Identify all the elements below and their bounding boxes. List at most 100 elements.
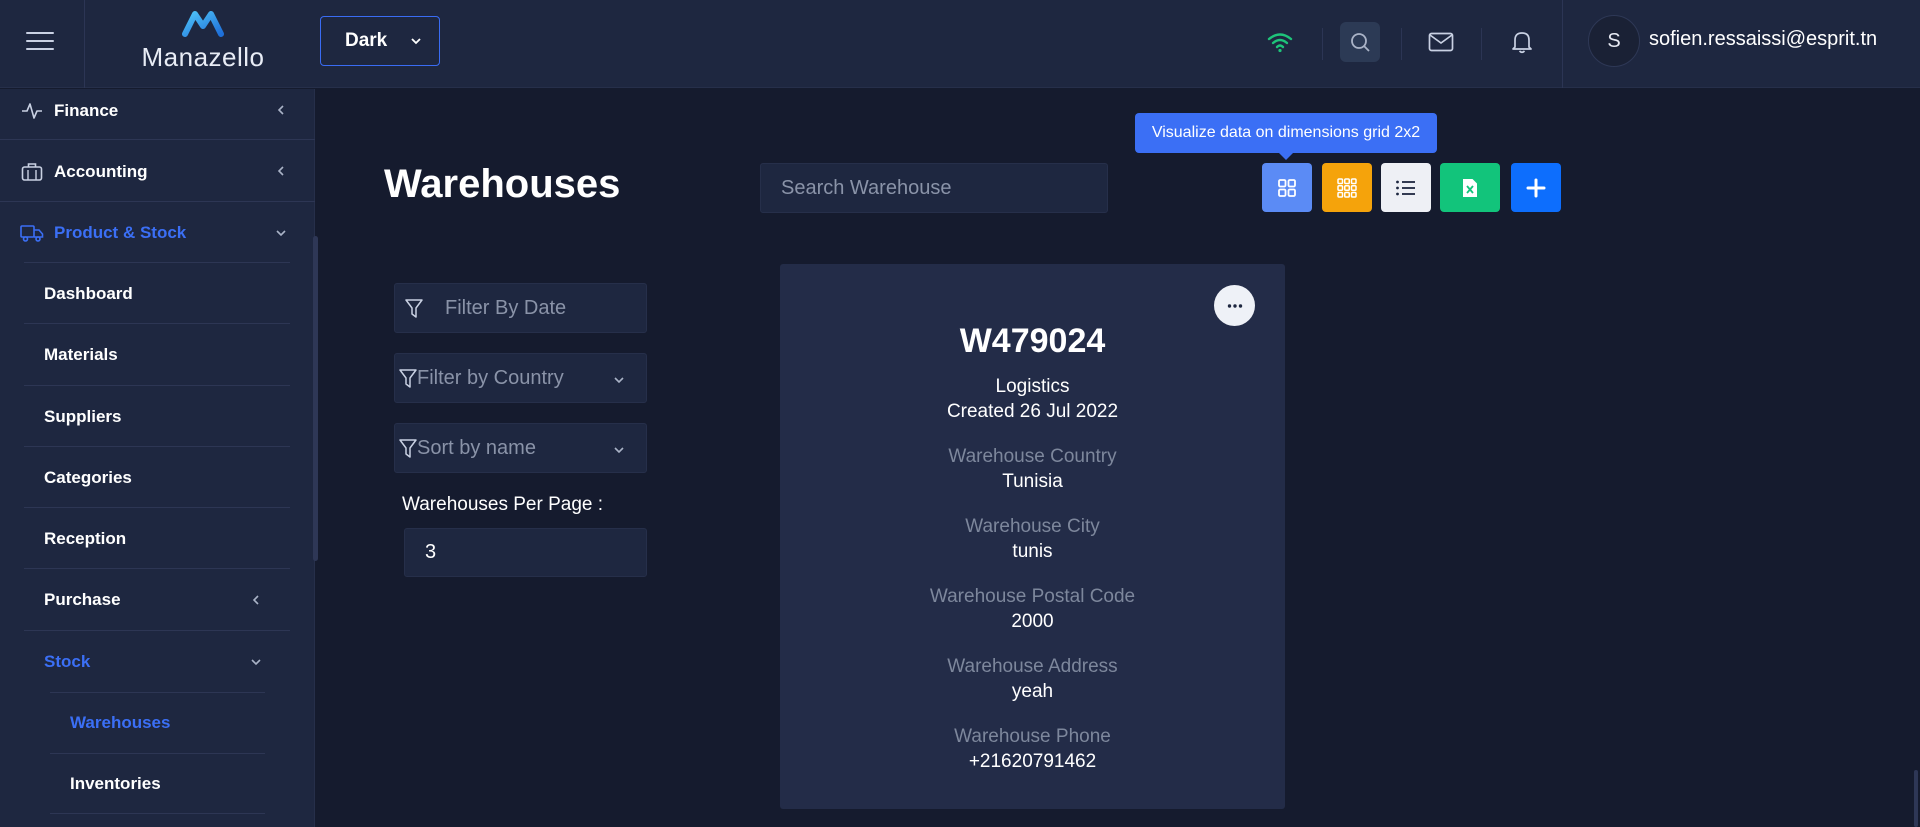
briefcase-icon — [20, 161, 44, 183]
sidebar: Finance Accounting Product & Stock Dashb… — [0, 89, 315, 827]
list-icon — [1396, 180, 1415, 195]
chevron-left-icon — [277, 105, 284, 115]
sidebar-item-categories[interactable]: Categories — [44, 468, 132, 488]
grid-2x2-view-button[interactable] — [1262, 163, 1312, 212]
brand-name: Manazello — [141, 42, 265, 72]
grid-3x3-view-button[interactable] — [1322, 163, 1372, 212]
divider — [24, 385, 290, 386]
chevron-down-icon — [251, 659, 261, 666]
warehouse-code: W479024 — [959, 322, 1106, 360]
sidebar-item-label: Materials — [44, 345, 118, 364]
page-scrollbar[interactable] — [1914, 770, 1918, 827]
chevron-down-icon — [276, 230, 286, 237]
sidebar-item-accounting[interactable]: Accounting — [20, 161, 148, 183]
field-value: yeah — [1011, 681, 1054, 702]
divider — [50, 692, 265, 693]
chevron-left-icon — [277, 166, 284, 176]
filter-by-date-input[interactable]: Filter By Date — [394, 283, 647, 333]
warehouse-card: W479024 Logistics Created 26 Jul 2022 Wa… — [780, 264, 1285, 809]
divider — [24, 568, 290, 569]
brand-logo[interactable]: Manazello — [138, 8, 268, 74]
search-input[interactable] — [760, 163, 1108, 213]
top-bar: Manazello Dark S sofien.ressaissi@esprit… — [0, 0, 1920, 88]
sidebar-item-reception[interactable]: Reception — [44, 529, 126, 549]
export-excel-button[interactable] — [1440, 163, 1500, 212]
header-divider — [1322, 28, 1323, 60]
grid-3x3-icon — [1337, 177, 1357, 198]
sidebar-item-label: Categories — [44, 468, 132, 487]
page-title: Warehouses — [384, 162, 621, 206]
add-warehouse-button[interactable] — [1511, 163, 1561, 212]
more-options-button[interactable] — [1214, 285, 1255, 326]
theme-select[interactable]: Dark — [320, 16, 440, 66]
field-value: Tunisia — [1002, 471, 1063, 492]
user-email[interactable]: sofien.ressaissi@esprit.tn — [1649, 28, 1877, 51]
sidebar-item-label: Finance — [54, 101, 119, 120]
header-divider — [84, 0, 85, 88]
field-label: Warehouse Postal Code — [929, 586, 1136, 607]
sidebar-item-label: Inventories — [70, 774, 161, 793]
sidebar-item-product-stock[interactable]: Product & Stock — [20, 222, 186, 244]
header-divider — [1562, 0, 1563, 88]
sidebar-scrollbar[interactable] — [313, 236, 318, 561]
wifi-icon[interactable] — [1260, 22, 1300, 62]
field-value: 2000 — [1011, 611, 1054, 632]
field-label: Warehouse Address — [947, 656, 1118, 677]
sidebar-item-dashboard[interactable]: Dashboard — [44, 284, 133, 304]
filter-icon — [405, 299, 423, 318]
avatar[interactable]: S — [1588, 15, 1640, 67]
chevron-down-icon — [614, 377, 624, 384]
excel-file-icon — [1463, 178, 1477, 197]
filter-icon — [399, 439, 417, 458]
per-page-input[interactable]: 3 — [404, 528, 647, 577]
truck-icon — [20, 222, 44, 244]
warehouse-type: Logistics — [995, 376, 1070, 397]
field-value: +21620791462 — [968, 751, 1097, 772]
sidebar-item-label: Accounting — [54, 162, 148, 181]
tooltip: Visualize data on dimensions grid 2x2 — [1135, 113, 1437, 160]
filter-date-placeholder: Filter By Date — [445, 296, 567, 319]
sort-by-name-select[interactable]: Sort by name — [394, 423, 647, 473]
per-page-label: Warehouses Per Page : — [402, 494, 604, 515]
theme-select-value: Dark — [345, 30, 388, 51]
search-icon[interactable] — [1340, 22, 1380, 62]
header-divider — [1401, 28, 1402, 60]
sidebar-item-label: Purchase — [44, 590, 121, 609]
sidebar-item-suppliers[interactable]: Suppliers — [44, 407, 121, 427]
sidebar-item-stock[interactable]: Stock — [44, 652, 90, 672]
sidebar-item-label: Stock — [44, 652, 91, 671]
list-view-button[interactable] — [1381, 163, 1431, 212]
filter-by-country-select[interactable]: Filter by Country — [394, 353, 647, 403]
header-divider — [1481, 28, 1482, 60]
sidebar-item-finance[interactable]: Finance — [20, 100, 118, 122]
sidebar-item-label: Product & Stock — [54, 223, 187, 242]
field-label: Warehouse Country — [948, 446, 1117, 467]
bell-icon[interactable] — [1502, 22, 1542, 62]
sidebar-item-purchase[interactable]: Purchase — [44, 590, 121, 610]
activity-icon — [20, 100, 44, 122]
warehouse-created-date: Created 26 Jul 2022 — [946, 401, 1119, 422]
filter-country-placeholder: Filter by Country — [417, 366, 564, 389]
sidebar-item-inventories[interactable]: Inventories — [70, 774, 161, 794]
sidebar-item-label: Dashboard — [44, 284, 133, 303]
chevron-down-icon — [614, 447, 624, 454]
sidebar-item-warehouses[interactable]: Warehouses — [70, 713, 170, 733]
sidebar-item-label: Warehouses — [70, 713, 171, 732]
divider — [0, 139, 315, 140]
divider — [24, 262, 290, 263]
mail-icon[interactable] — [1421, 22, 1461, 62]
field-label: Warehouse City — [965, 516, 1100, 537]
divider — [0, 201, 315, 202]
divider — [50, 753, 265, 754]
sort-placeholder: Sort by name — [417, 436, 536, 459]
divider — [24, 507, 290, 508]
menu-icon[interactable] — [26, 29, 58, 53]
more-horizontal-icon — [1227, 303, 1242, 308]
plus-icon — [1526, 178, 1546, 197]
chevron-down-icon — [411, 38, 421, 45]
sidebar-item-label: Suppliers — [44, 407, 122, 426]
chevron-left-icon — [252, 595, 259, 605]
sidebar-item-materials[interactable]: Materials — [44, 345, 118, 365]
divider — [50, 813, 265, 814]
divider — [24, 446, 290, 447]
